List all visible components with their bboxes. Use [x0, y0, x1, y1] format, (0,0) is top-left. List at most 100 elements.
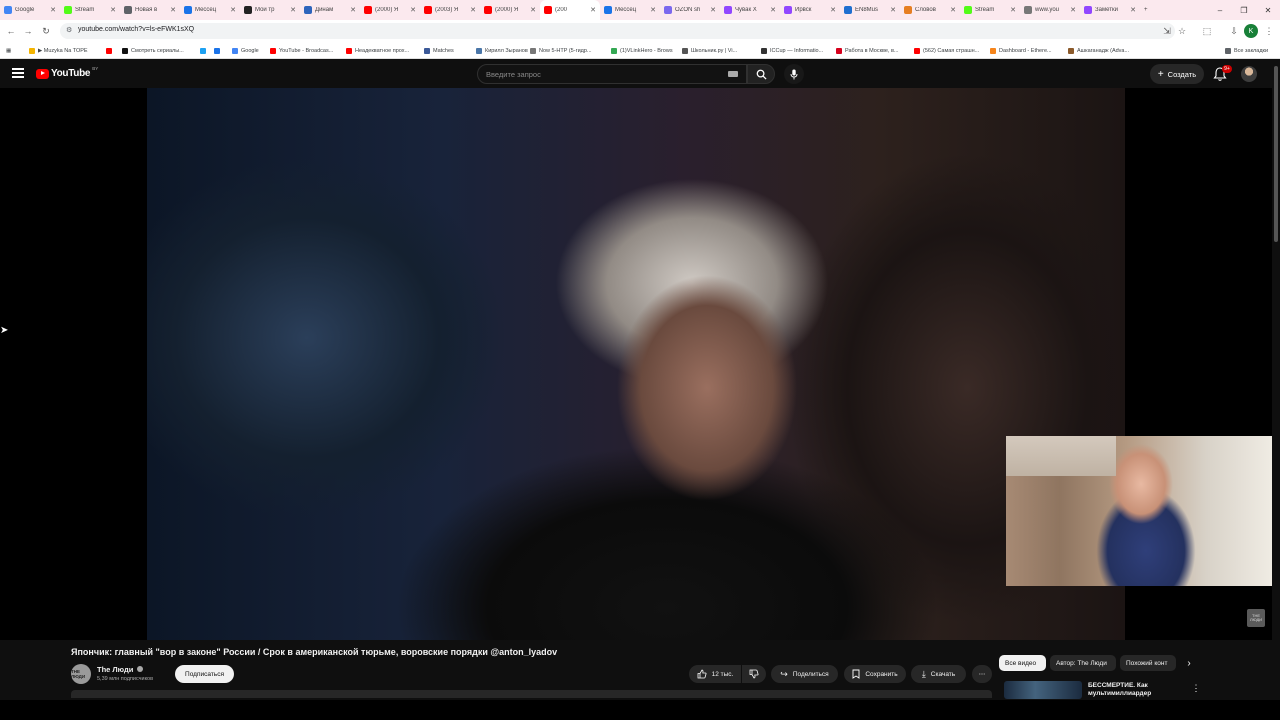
tab-close-icon[interactable]: ✕	[770, 6, 776, 14]
bookmark-item[interactable]: (562) Самая страшн...	[914, 45, 979, 56]
browser-tab[interactable]: Stream ✕	[60, 0, 120, 20]
tab-close-icon[interactable]: ✕	[890, 6, 896, 14]
tab-close-icon[interactable]: ✕	[950, 6, 956, 14]
keyboard-icon[interactable]	[728, 71, 738, 77]
browser-tab[interactable]: Чувак Х ✕	[720, 0, 780, 20]
bookmark-item[interactable]: Now 5-HTP (5-гидр...	[530, 45, 592, 56]
tab-close-icon[interactable]: ✕	[530, 6, 536, 14]
channel-name[interactable]: The Люди	[97, 665, 133, 674]
browser-menu-icon[interactable]: ⋮	[1262, 24, 1276, 38]
bookmark-item[interactable]: (1)VLinkHero - Brows	[611, 45, 673, 56]
site-settings-icon[interactable]: ⚙	[66, 26, 72, 34]
hamburger-menu-icon[interactable]	[12, 68, 24, 78]
create-button[interactable]: + Создать	[1150, 64, 1204, 84]
tab-close-icon[interactable]: ✕	[50, 6, 56, 14]
browser-tab[interactable]: Ирвск ✕	[780, 0, 840, 20]
browser-tab[interactable]: OZON sh ✕	[660, 0, 720, 20]
close-window-button[interactable]: ✕	[1256, 0, 1280, 20]
all-bookmarks-button[interactable]: Все закладки	[1225, 45, 1268, 56]
bookmark-item[interactable]: Смотреть сериалы...	[122, 45, 184, 56]
bookmark-item[interactable]: Dashboard - Ethere...	[990, 45, 1052, 56]
bookmark-item[interactable]: Кирилл Зыранов	[476, 45, 528, 56]
tab-close-icon[interactable]: ✕	[350, 6, 356, 14]
browser-tab[interactable]: (2003) Я ✕	[420, 0, 480, 20]
address-bar[interactable]: ⚙ youtube.com/watch?v=ls-eFWK1sXQ	[60, 23, 1175, 39]
voice-search-button[interactable]	[784, 64, 804, 84]
chevron-right-icon[interactable]: ›	[1182, 656, 1196, 670]
scrollbar-thumb[interactable]	[1274, 66, 1278, 242]
forward-icon[interactable]: →	[21, 24, 35, 38]
browser-tab[interactable]: www.you ✕	[1020, 0, 1080, 20]
more-actions-button[interactable]: ⋯	[972, 665, 992, 683]
browser-tab[interactable]: (2000) Я ✕	[360, 0, 420, 20]
browser-tab[interactable]: Мои тр ✕	[240, 0, 300, 20]
bookmark-item[interactable]: ICCup — Informatio...	[761, 45, 823, 56]
browser-tab[interactable]: Словов ✕	[900, 0, 960, 20]
dislike-button[interactable]	[742, 665, 766, 683]
subscribe-button[interactable]: Подписаться	[175, 665, 234, 683]
chip-similar-content[interactable]: Похожий конт	[1120, 655, 1176, 671]
search-button[interactable]	[747, 64, 775, 84]
maximize-button[interactable]: ❐	[1232, 0, 1256, 20]
browser-tab[interactable]: (2000) Я ✕	[480, 0, 540, 20]
recommendation-thumbnail[interactable]	[1004, 681, 1082, 699]
minimize-button[interactable]: –	[1208, 0, 1232, 20]
bookmark-item[interactable]	[214, 45, 220, 56]
tab-close-icon[interactable]: ✕	[650, 6, 656, 14]
browser-tab[interactable]: Мессец ✕	[180, 0, 240, 20]
browser-tab[interactable]: Динам ✕	[300, 0, 360, 20]
downloads-icon[interactable]: ⇩	[1227, 24, 1241, 38]
browser-tab[interactable]: Заметки ✕	[1080, 0, 1140, 20]
extensions-icon[interactable]: ⬚	[1200, 24, 1214, 38]
tab-close-icon[interactable]: ✕	[290, 6, 296, 14]
browser-tab[interactable]: (200 ✕	[540, 0, 600, 20]
bookmark-item[interactable]: Работа в Москве, в...	[836, 45, 898, 56]
tab-close-icon[interactable]: ✕	[170, 6, 176, 14]
youtube-logo[interactable]: YouTube BY	[36, 66, 98, 79]
tab-close-icon[interactable]: ✕	[590, 6, 596, 14]
chip-from-author[interactable]: Автор: The Люди	[1050, 655, 1116, 671]
bookmark-item[interactable]: YouTube - Broadcas...	[270, 45, 333, 56]
new-tab-button[interactable]: +	[1140, 0, 1156, 20]
tab-close-icon[interactable]: ✕	[1010, 6, 1016, 14]
browser-tab[interactable]: Google ✕	[0, 0, 60, 20]
install-icon[interactable]: ⇲	[1160, 24, 1174, 38]
download-button[interactable]: ⤓ Скачать	[911, 665, 966, 683]
search-input[interactable]: Введите запрос	[477, 64, 747, 84]
reload-icon[interactable]: ↻	[39, 24, 53, 38]
save-button[interactable]: Сохранить	[844, 665, 906, 683]
video-frame[interactable]	[147, 88, 1125, 640]
user-avatar[interactable]	[1241, 66, 1257, 82]
tab-close-icon[interactable]: ✕	[470, 6, 476, 14]
tab-close-icon[interactable]: ✕	[410, 6, 416, 14]
chip-all-videos[interactable]: Все видео	[999, 655, 1046, 671]
bookmark-item[interactable]: Google	[232, 45, 259, 56]
tab-close-icon[interactable]: ✕	[1130, 6, 1136, 14]
recommendation-title[interactable]: БЕССМЕРТИЕ. Как мультимиллиардер	[1088, 682, 1183, 698]
back-icon[interactable]: ←	[4, 24, 18, 38]
bookmark-item[interactable]: Matches	[424, 45, 454, 56]
bookmark-item[interactable]	[200, 45, 206, 56]
bookmark-item[interactable]	[106, 45, 112, 56]
profile-avatar[interactable]: K	[1244, 24, 1258, 38]
channel-avatar[interactable]: THE ЛЮДИ	[71, 664, 91, 684]
browser-tab[interactable]: EN8Mus ✕	[840, 0, 900, 20]
tab-close-icon[interactable]: ✕	[230, 6, 236, 14]
share-button[interactable]: ↪ Поделиться	[771, 665, 838, 683]
bookmark-item[interactable]: Ашкаганадж (Adva...	[1068, 45, 1129, 56]
bookmark-item[interactable]: ▶ Muzyka Na TOPE	[29, 45, 88, 56]
browser-tab[interactable]: Мессец ✕	[600, 0, 660, 20]
browser-tab[interactable]: Stream ✕	[960, 0, 1020, 20]
bookmark-star-icon[interactable]: ☆	[1175, 24, 1189, 38]
tab-close-icon[interactable]: ✕	[830, 6, 836, 14]
tab-close-icon[interactable]: ✕	[1070, 6, 1076, 14]
bookmark-item[interactable]: Неадекватное прох...	[346, 45, 409, 56]
tab-close-icon[interactable]: ✕	[110, 6, 116, 14]
description-box[interactable]	[71, 690, 992, 698]
tab-close-icon[interactable]: ✕	[710, 6, 716, 14]
recommendation-menu-icon[interactable]: ⋮	[1192, 682, 1201, 694]
channel-watermark[interactable]: THE ЛЮДИ	[1247, 609, 1265, 627]
apps-grid-icon[interactable]: ▦	[6, 45, 11, 56]
browser-tab[interactable]: Новая в ✕	[120, 0, 180, 20]
bookmark-item[interactable]: Школьник.ру | Vi...	[682, 45, 737, 56]
